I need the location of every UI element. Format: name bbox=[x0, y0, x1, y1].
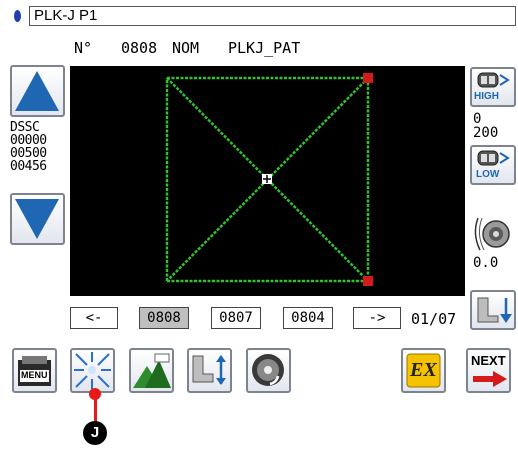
pattern-title-field[interactable]: PLK-J P1 bbox=[29, 6, 516, 26]
pattern-tile-selected[interactable]: 0808 bbox=[139, 307, 189, 329]
menu-label: MENU bbox=[21, 370, 48, 380]
previous-page-button[interactable]: <- bbox=[70, 307, 118, 329]
page-indicator: 01/07 bbox=[411, 310, 457, 328]
presser-move-down-icon bbox=[477, 297, 512, 323]
speed-high-label: HIGH bbox=[474, 91, 499, 102]
pattern-tile[interactable]: 0807 bbox=[211, 307, 261, 329]
bobbin-winder-button[interactable] bbox=[246, 348, 291, 393]
tension-dial-icon bbox=[474, 217, 510, 251]
center-crosshair-icon bbox=[262, 174, 272, 184]
triangle-down-icon bbox=[15, 199, 59, 239]
counter-value-3: 00456 bbox=[10, 159, 47, 174]
pattern-title: PLK-J P1 bbox=[34, 7, 98, 24]
pattern-tile[interactable]: 0804 bbox=[283, 307, 333, 329]
scroll-up-button[interactable] bbox=[10, 65, 65, 117]
presser-adjust-button[interactable] bbox=[187, 348, 232, 393]
speed-low-label: LOW bbox=[476, 169, 500, 180]
speed-value-min: 0 bbox=[473, 111, 482, 127]
speed-low-button[interactable]: LOW bbox=[470, 145, 516, 185]
number-value: 0808 bbox=[121, 39, 158, 57]
start-marker bbox=[363, 73, 373, 83]
arrow-right-icon bbox=[473, 371, 507, 387]
callout-marker: J bbox=[83, 421, 107, 445]
sewing-speed-high-icon bbox=[477, 72, 510, 88]
name-label: NOM bbox=[172, 39, 200, 57]
extended-functions-button[interactable]: EX bbox=[401, 348, 446, 393]
converge-arrows-icon bbox=[74, 352, 111, 389]
thread-tension-dial[interactable] bbox=[470, 210, 516, 256]
name-value: PLKJ_PAT bbox=[228, 39, 301, 57]
pattern-view-button[interactable] bbox=[129, 348, 174, 393]
next-label: NEXT bbox=[471, 353, 506, 368]
next-button[interactable]: NEXT bbox=[466, 348, 511, 393]
move-down-button[interactable] bbox=[470, 290, 516, 330]
status-dot-icon bbox=[14, 10, 21, 22]
bobbin-icon bbox=[252, 354, 284, 386]
menu-button[interactable]: MENU bbox=[12, 348, 57, 393]
speed-high-button[interactable]: HIGH bbox=[470, 67, 516, 107]
next-page-button[interactable]: -> bbox=[353, 307, 401, 329]
landscape-icon bbox=[133, 353, 171, 388]
end-marker bbox=[363, 276, 373, 286]
ex-label: EX bbox=[410, 359, 437, 381]
scroll-down-button[interactable] bbox=[10, 193, 65, 245]
sewing-speed-low-icon bbox=[477, 150, 510, 166]
triangle-up-icon bbox=[15, 71, 59, 111]
speed-value-current: 200 bbox=[473, 125, 499, 141]
reset-origin-button[interactable] bbox=[70, 348, 115, 393]
number-label: N° bbox=[74, 39, 93, 57]
thread-tension-value: 0.0 bbox=[473, 255, 499, 271]
pattern-preview-canvas[interactable] bbox=[70, 66, 465, 296]
presser-adjust-icon bbox=[192, 355, 226, 385]
